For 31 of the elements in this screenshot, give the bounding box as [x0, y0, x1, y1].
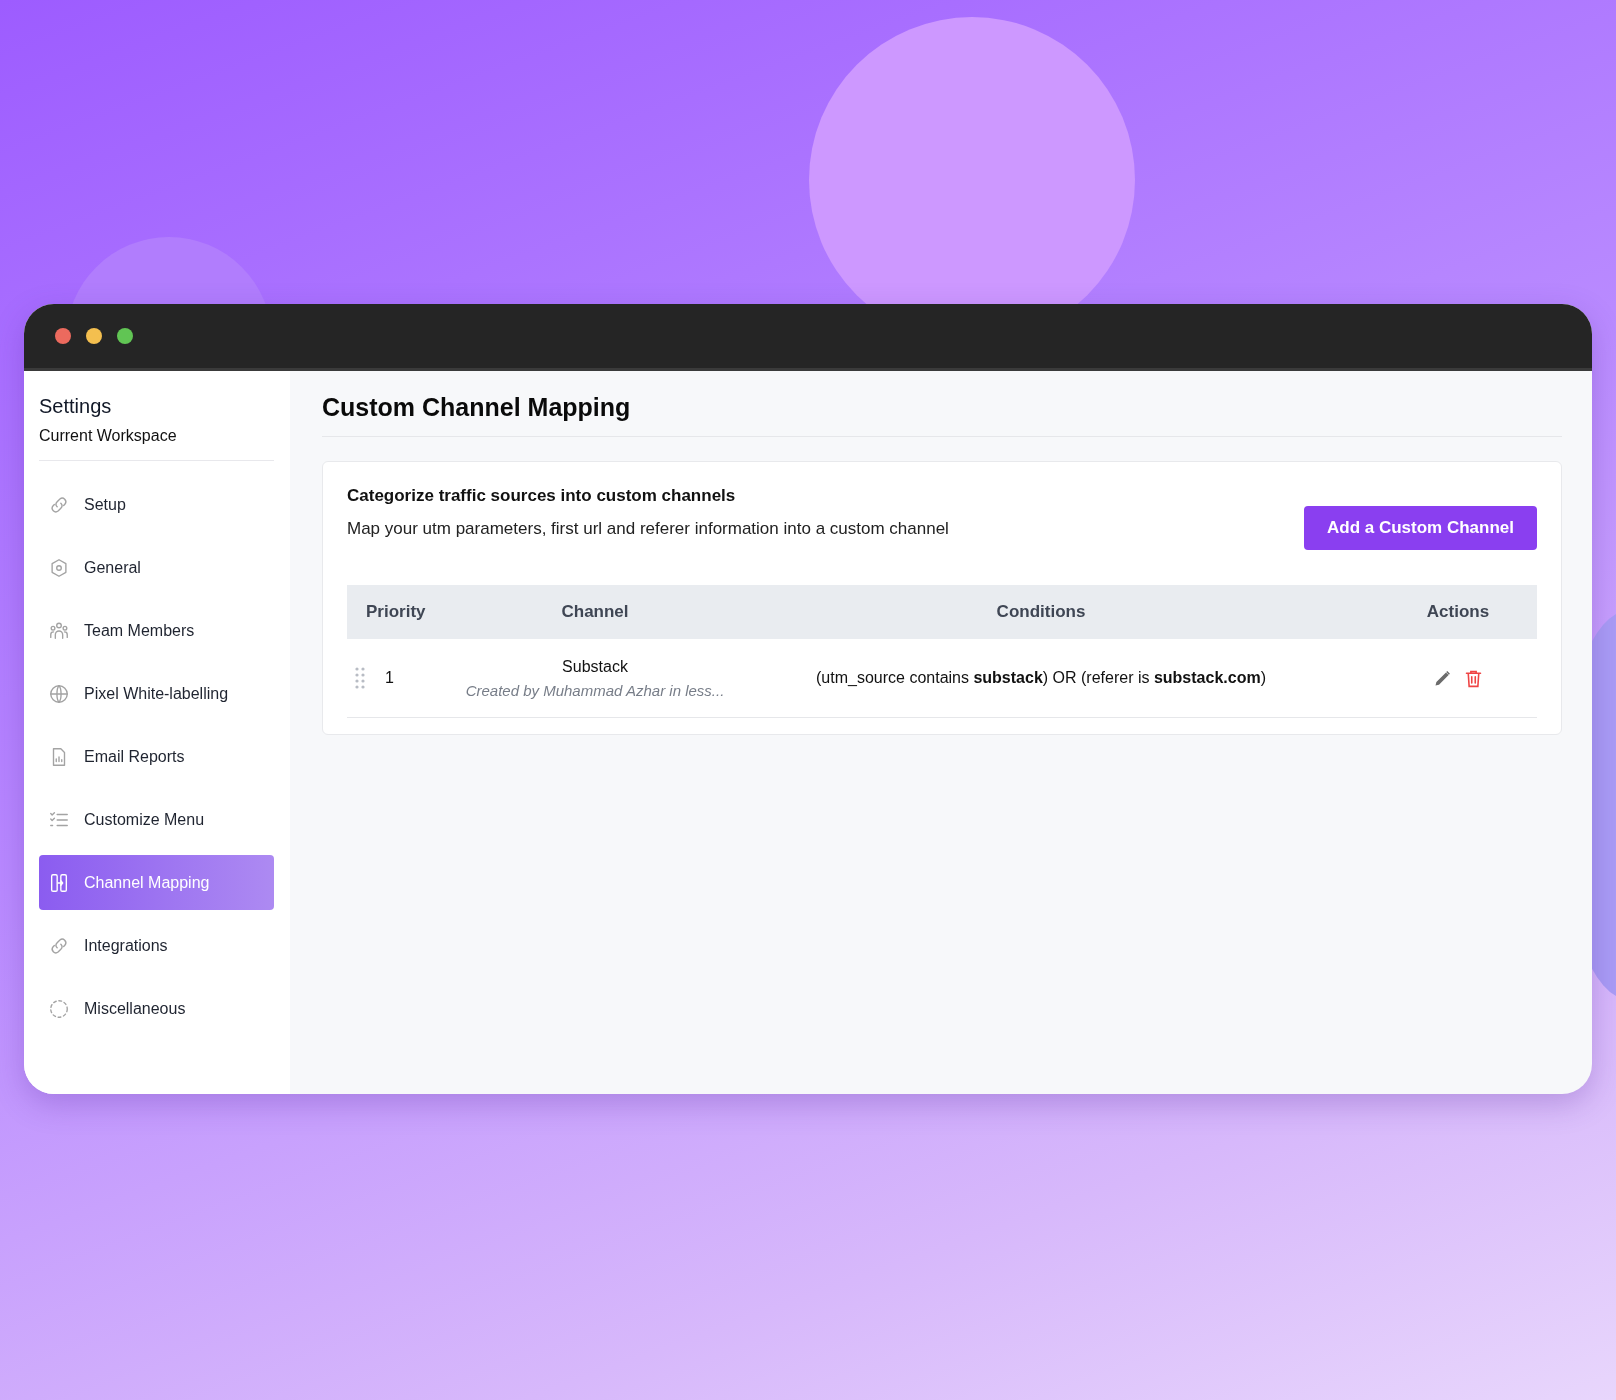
globe-icon [48, 682, 70, 705]
drag-handle-icon[interactable] [355, 667, 365, 689]
sidebar-item[interactable]: Pixel White-labelling [39, 666, 274, 721]
page-title: Custom Channel Mapping [322, 371, 1562, 437]
dashed-circle-icon [48, 997, 70, 1020]
minimize-button[interactable] [86, 328, 102, 344]
column-header: Priority [365, 602, 427, 622]
channel-creator: Created by Muhammad Azhar in less... [465, 681, 725, 699]
sidebar-title: Settings [39, 395, 113, 418]
column-header: Actions [1425, 602, 1491, 622]
sidebar-item[interactable]: Team Members [39, 603, 274, 658]
maximize-button[interactable] [117, 328, 133, 344]
priority-cell: 1 [385, 669, 394, 687]
card-description: Map your utm parameters, first url and referer information into a custom channel [347, 519, 949, 539]
column-header: Conditions [995, 602, 1087, 622]
sidebar-item[interactable]: Email Reports [39, 729, 274, 784]
split-panel-icon [48, 871, 70, 894]
card-heading: Categorize traffic sources into custom channels [347, 486, 737, 506]
add-channel-button[interactable]: Add a Custom Channel [1304, 506, 1537, 550]
workspace-name: Current Workspace [39, 427, 178, 445]
close-button[interactable] [55, 328, 71, 344]
sidebar-item[interactable]: Miscellaneous [39, 981, 274, 1036]
sidebar-item[interactable]: General [39, 540, 274, 595]
sidebar-item[interactable]: Integrations [39, 918, 274, 973]
column-header: Channel [560, 602, 630, 622]
sidebar-item[interactable]: Setup [39, 477, 274, 532]
hexagon-icon [48, 556, 70, 579]
conditions-cell: (utm_source contains substack) OR (referer is substack.com) [816, 669, 1266, 686]
sidebar-item[interactable]: Channel Mapping [39, 855, 274, 910]
sidebar-item[interactable]: Customize Menu [39, 792, 274, 847]
channel-name: Substack [562, 657, 628, 676]
